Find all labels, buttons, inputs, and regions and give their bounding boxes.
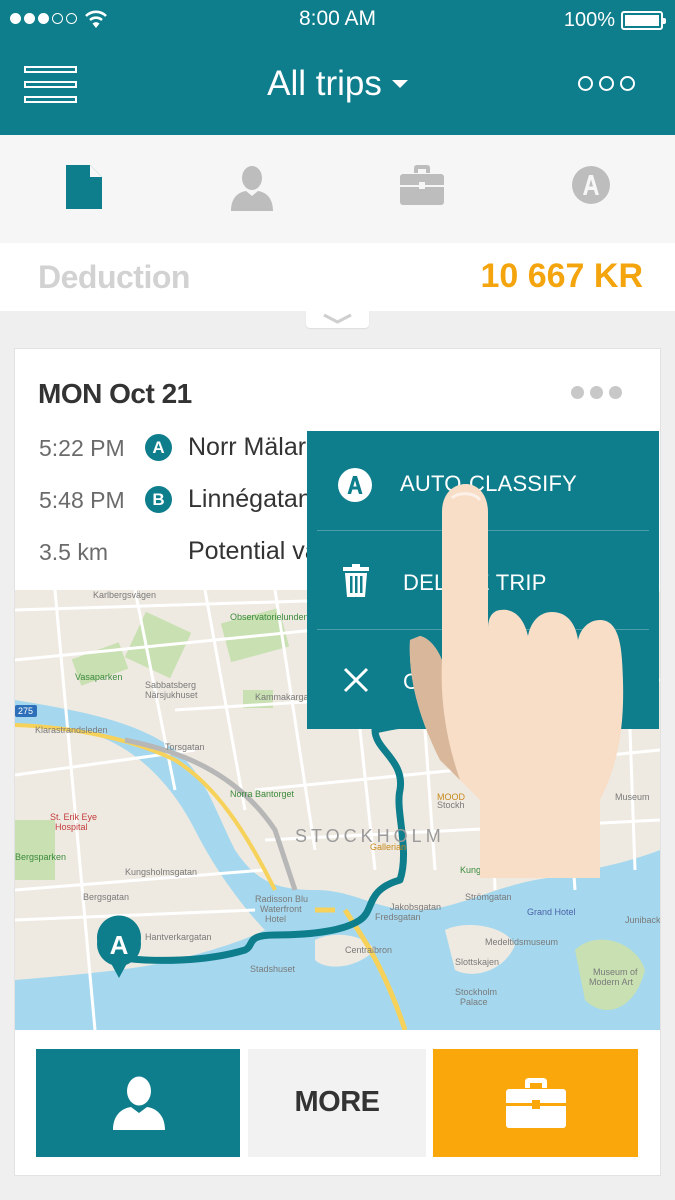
a-circle-icon <box>338 468 372 502</box>
trip-filter-tabs <box>0 135 675 243</box>
tab-business[interactable] <box>400 165 444 210</box>
svg-text:Hotel: Hotel <box>265 914 286 924</box>
trip-action-menu: AUTO-CLASSIFY DELETE TRIP CANCEL <box>307 431 659 729</box>
battery-icon <box>621 11 666 30</box>
menu-item-auto-classify[interactable]: AUTO-CLASSIFY <box>307 431 659 530</box>
map-city-label: STOCKHOLM <box>295 826 445 846</box>
svg-text:Fredsgatan: Fredsgatan <box>375 912 421 922</box>
svg-text:Stockh: Stockh <box>437 800 465 810</box>
trip-distance: 3.5 km <box>39 539 109 565</box>
svg-text:Centralbron: Centralbron <box>345 945 392 955</box>
tab-auto[interactable] <box>571 165 611 210</box>
menu-item-cancel[interactable]: CANCEL <box>307 629 659 728</box>
page-title: All trips <box>267 64 382 103</box>
top-bar: 8:00 AM 100% All trips <box>0 0 675 135</box>
menu-item-label: DELETE TRIP <box>403 570 547 595</box>
person-icon <box>231 166 273 211</box>
briefcase-icon <box>400 165 444 205</box>
svg-text:Jakobsgatan: Jakobsgatan <box>390 902 441 912</box>
svg-text:Junibacken: Junibacken <box>625 915 660 925</box>
svg-text:Kungsträdgården: Kungsträdgården <box>460 865 529 875</box>
svg-text:Torsgatan: Torsgatan <box>165 742 205 752</box>
svg-text:Grand Hotel: Grand Hotel <box>527 907 576 917</box>
svg-text:Museum: Museum <box>615 792 650 802</box>
chevron-down-icon <box>323 313 352 324</box>
svg-text:Strömgatan: Strömgatan <box>465 892 512 902</box>
trip-date-text: Oct 21 <box>109 378 192 409</box>
svg-text:Medeltidsmuseum: Medeltidsmuseum <box>485 937 558 947</box>
start-time: 5:22 PM <box>39 435 125 461</box>
svg-text:Waterfront: Waterfront <box>260 904 302 914</box>
svg-text:Hospital: Hospital <box>55 822 88 832</box>
svg-text:Vasaparken: Vasaparken <box>75 672 122 682</box>
svg-text:Stadshuset: Stadshuset <box>250 964 296 974</box>
overflow-menu-button[interactable] <box>578 76 635 91</box>
menu-item-label: AUTO-CLASSIFY <box>400 471 578 496</box>
deduction-value: 10 667 KR <box>480 257 643 295</box>
trip-options-button[interactable] <box>571 386 622 399</box>
status-bar: 8:00 AM 100% <box>0 0 675 40</box>
svg-text:Sabbatsberg: Sabbatsberg <box>145 680 196 690</box>
svg-text:Kungsholmsgatan: Kungsholmsgatan <box>125 867 197 877</box>
svg-text:Observatorielunden: Observatorielunden <box>230 612 309 622</box>
svg-text:St. Erik Eye: St. Erik Eye <box>50 812 97 822</box>
svg-text:Modern Art: Modern Art <box>589 977 634 987</box>
svg-text:Museum of: Museum of <box>593 967 638 977</box>
more-button-label: MORE <box>294 1086 381 1118</box>
more-button[interactable]: MORE <box>248 1049 426 1157</box>
briefcase-icon <box>506 1078 566 1128</box>
svg-text:Stockholm: Stockholm <box>455 987 497 997</box>
classify-business-button[interactable] <box>433 1049 638 1157</box>
trip-day: MON <box>38 378 102 409</box>
tab-private[interactable] <box>231 165 273 216</box>
road-badge: 275 <box>18 706 33 716</box>
battery-percentage: 100% <box>563 9 615 31</box>
end-place: Linnégatan <box>188 485 312 513</box>
svg-text:Hantverkargatan: Hantverkargatan <box>145 932 212 942</box>
svg-text:Slottskajen: Slottskajen <box>455 957 499 967</box>
person-icon <box>113 1076 165 1130</box>
menu-item-label: CANCEL <box>403 669 494 694</box>
end-time: 5:48 PM <box>39 487 125 513</box>
trash-icon <box>343 564 369 597</box>
tab-documents[interactable] <box>66 165 102 214</box>
trips-filter-dropdown[interactable]: All trips <box>0 64 675 104</box>
svg-text:Radisson Blu: Radisson Blu <box>255 894 308 904</box>
classify-private-button[interactable] <box>36 1049 240 1157</box>
svg-text:Klarastrandsleden: Klarastrandsleden <box>35 725 108 735</box>
svg-text:Karlbergsvägen: Karlbergsvägen <box>93 590 156 600</box>
end-marker-icon: B <box>145 486 172 513</box>
trip-date: MON Oct 21 <box>38 378 192 410</box>
chevron-down-icon <box>391 79 408 88</box>
svg-text:Bergsgatan: Bergsgatan <box>83 892 129 902</box>
svg-text:Norra Bantorget: Norra Bantorget <box>230 789 295 799</box>
svg-text:Närsjukhuset: Närsjukhuset <box>145 690 198 700</box>
start-marker-icon: A <box>145 434 172 461</box>
svg-text:A: A <box>110 930 129 960</box>
svg-text:Bergsparken: Bergsparken <box>15 852 66 862</box>
close-icon <box>343 667 369 693</box>
a-circle-icon <box>572 166 610 204</box>
expand-handle[interactable] <box>306 311 369 328</box>
document-icon <box>66 165 102 209</box>
svg-text:Palace: Palace <box>460 997 488 1007</box>
deduction-label: Deduction <box>38 259 190 295</box>
menu-item-delete-trip[interactable]: DELETE TRIP <box>307 530 659 629</box>
